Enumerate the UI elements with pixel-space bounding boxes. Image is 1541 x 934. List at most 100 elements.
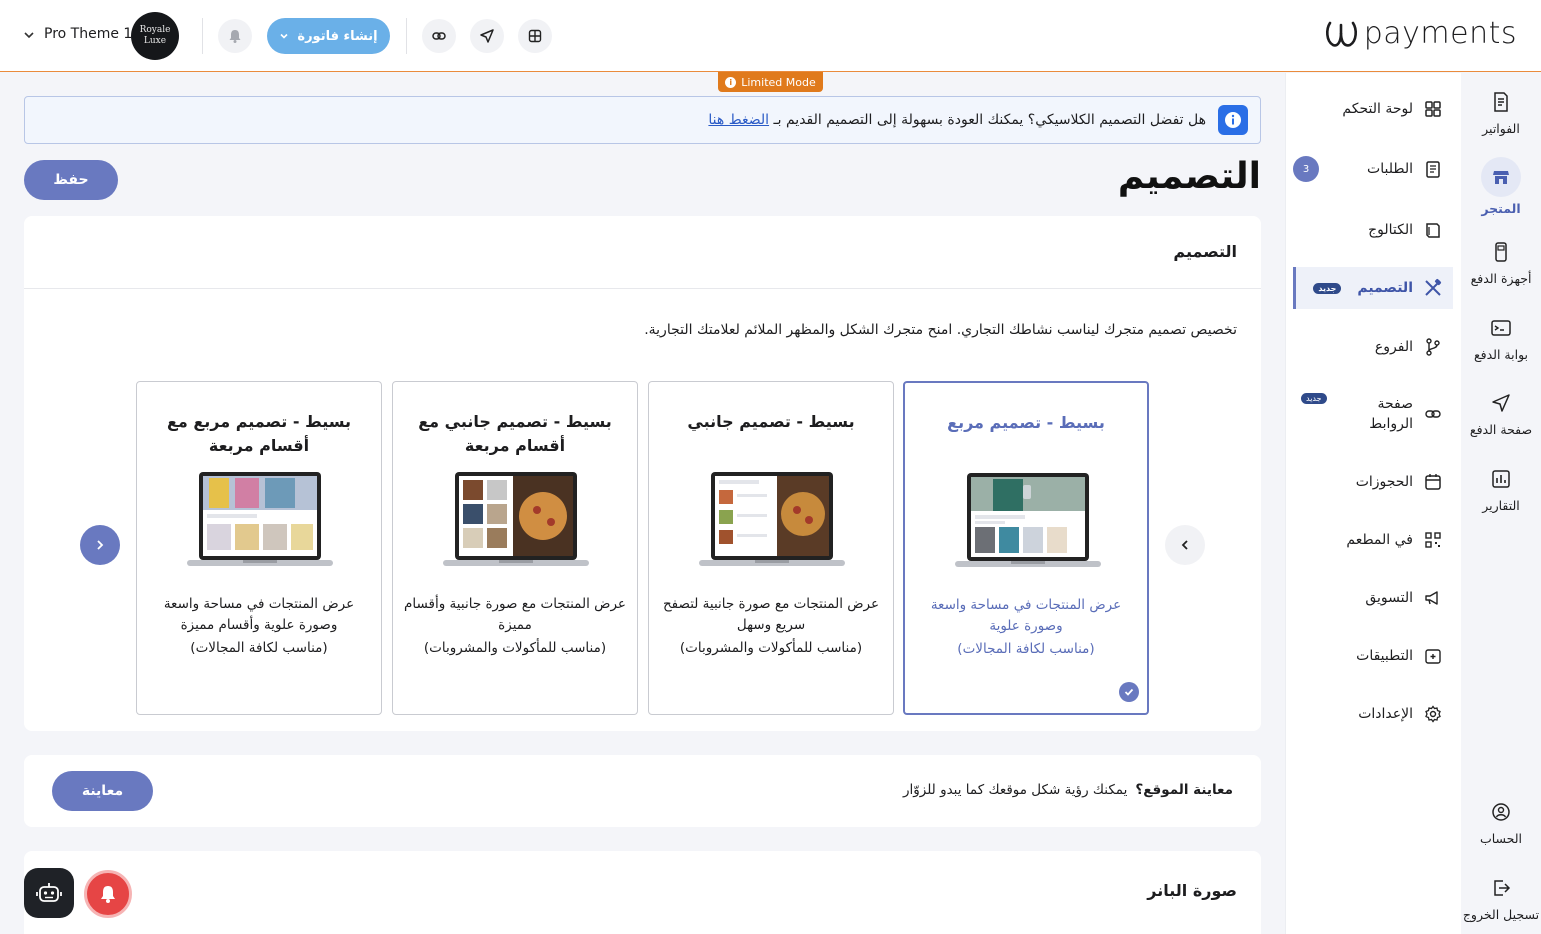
design-card: التصميم تخصيص تصميم متجرك ليناسب نشاطك ا… <box>24 216 1261 731</box>
menu-label: التسويق <box>1365 590 1413 606</box>
chatbot-button[interactable] <box>24 868 74 918</box>
new-badge: جديد <box>1301 393 1327 404</box>
create-invoice-label: إنشاء فاتورة <box>297 28 378 44</box>
menu-item-bookings[interactable]: الحجوزات <box>1293 461 1453 503</box>
theme-note: (مناسب للمأكولات والمشروبات) <box>423 640 607 656</box>
design-card-title: التصميم <box>1173 242 1237 261</box>
classic-design-link[interactable]: الضغط هنا <box>708 112 769 128</box>
dashboard-icon <box>1425 101 1441 117</box>
clipboard-icon <box>1426 161 1440 178</box>
theme-description: عرض المنتجات في مساحة واسعة وصورة علوية … <box>147 594 371 659</box>
brand-logo[interactable]: payments <box>1324 16 1517 51</box>
theme-note: (مناسب للمأكولات والمشروبات) <box>679 640 863 656</box>
link-icon <box>432 32 446 40</box>
preview-label: معاينة الموقع؟ <box>1135 782 1233 798</box>
create-invoice-button[interactable]: إنشاء فاتورة <box>267 18 390 54</box>
rail-item-store[interactable]: المتجر <box>1461 157 1541 216</box>
rail-label: بوابة الدفع <box>1473 347 1529 362</box>
carousel-next-button[interactable] <box>80 525 120 565</box>
rail-label: أجهزة الدفع <box>1470 271 1532 286</box>
menu-item-catalog[interactable]: الكتالوج <box>1293 209 1453 251</box>
theme-card-simple-side[interactable]: بسيط - تصميم جانبي عرض المنتجات مع صورة … <box>648 381 894 715</box>
page-title: التصميم <box>1117 156 1261 197</box>
menu-item-apps[interactable]: التطبيقات <box>1293 635 1453 677</box>
link-icon <box>1425 410 1441 418</box>
rail-item-gateway[interactable]: بوابة الدفع <box>1461 317 1541 362</box>
notice-text: هل تفضل التصميم الكلاسيكي؟ يمكنك العودة … <box>773 112 1206 128</box>
theme-card-square-square-sections[interactable]: بسيط - تصميم مربع مع أقسام مربعة عرض الم… <box>136 381 382 715</box>
rail-label: المتجر <box>1481 201 1521 216</box>
chevron-right-icon <box>97 540 104 550</box>
theme-desc-text: عرض المنتجات مع صورة جانبية وأقسام مميزة <box>404 596 626 633</box>
save-button[interactable]: حفظ <box>24 160 118 200</box>
brand-name: payments <box>1363 16 1517 51</box>
chevron-left-icon <box>1181 540 1188 550</box>
rail-label: صفحة الدفع <box>1469 422 1533 437</box>
gateway-icon <box>1491 320 1511 336</box>
rail-item-account[interactable]: الحساب <box>1461 801 1541 846</box>
theme-card-side-square-sections[interactable]: بسيط - تصميم جانبي مع أقسام مربعة عرض ال… <box>392 381 638 715</box>
divider <box>202 18 203 54</box>
store-icon <box>1493 171 1509 184</box>
theme-description: عرض المنتجات مع صورة جانبية لتصفح سريع و… <box>659 594 883 659</box>
menu-label: في المطعم <box>1346 532 1413 548</box>
gear-icon <box>1425 705 1441 723</box>
rail-item-payment-page[interactable]: صفحة الدفع <box>1461 392 1541 437</box>
store-selector[interactable]: Pro Theme 1 <box>44 26 132 42</box>
chevron-down-icon <box>280 33 288 39</box>
logout-icon <box>1494 880 1511 896</box>
laptop-preview-image <box>187 472 333 566</box>
apps-button[interactable] <box>518 19 552 53</box>
send-icon <box>480 29 494 43</box>
carousel-prev-button[interactable] <box>1165 525 1205 565</box>
menu-item-in-restaurant[interactable]: في المطعم <box>1293 519 1453 561</box>
megaphone-icon <box>1425 591 1438 605</box>
push-notification-button[interactable] <box>84 870 132 918</box>
theme-description: عرض المنتجات مع صورة جانبية وأقسام مميزة… <box>403 594 627 659</box>
chevron-down-icon[interactable] <box>22 28 36 42</box>
theme-note: (مناسب لكافة المجالات) <box>190 640 328 656</box>
pos-device-icon <box>1495 242 1507 262</box>
menu-item-orders[interactable]: الطلبات 3 <box>1293 148 1453 190</box>
notifications-button[interactable] <box>218 19 252 53</box>
rail-item-logout[interactable]: تسجيل الخروج <box>1461 877 1541 922</box>
menu-item-links-page[interactable]: صفحة الروابط جديد <box>1293 393 1453 435</box>
avatar-text: Royale Luxe <box>139 25 171 46</box>
menu-label: الإعدادات <box>1358 706 1413 722</box>
design-tools-icon <box>1425 278 1442 296</box>
theme-desc-text: عرض المنتجات في مساحة واسعة وصورة علوية <box>930 597 1122 634</box>
selected-check-icon <box>1119 682 1139 702</box>
link-button[interactable] <box>422 19 456 53</box>
send-button[interactable] <box>470 19 504 53</box>
rail-item-pos-devices[interactable]: أجهزة الدفع <box>1461 241 1541 286</box>
rail-label: التقارير <box>1482 498 1520 513</box>
rail-item-invoices[interactable]: الفواتير <box>1461 91 1541 136</box>
branches-icon <box>1426 338 1440 356</box>
orders-count-badge: 3 <box>1293 156 1319 182</box>
menu-label: الكتالوج <box>1368 222 1413 238</box>
menu-item-settings[interactable]: الإعدادات <box>1293 693 1453 735</box>
menu-label: الحجوزات <box>1355 474 1413 490</box>
divider <box>406 18 407 54</box>
info-icon <box>1218 105 1248 135</box>
banner-card-title: صورة البانر <box>1147 881 1237 900</box>
menu-label: الطلبات <box>1367 161 1413 177</box>
menu-item-dashboard[interactable]: لوحة التحكم <box>1293 88 1453 130</box>
theme-note: (مناسب لكافة المجالات) <box>957 641 1095 657</box>
store-avatar[interactable]: Royale Luxe <box>131 12 179 60</box>
calendar-icon <box>1425 474 1441 490</box>
menu-item-marketing[interactable]: التسويق <box>1293 577 1453 619</box>
qr-code-icon <box>1425 532 1441 548</box>
menu-item-branches[interactable]: الفروع <box>1293 326 1453 368</box>
notice-text-wrap: هل تفضل التصميم الكلاسيكي؟ يمكنك العودة … <box>708 112 1206 128</box>
send-icon <box>1492 394 1510 412</box>
theme-card-simple-square[interactable]: بسيط - تصميم مربع عرض المنتجات في مساحة … <box>903 381 1149 715</box>
theme-desc-text: عرض المنتجات في مساحة واسعة وصورة علوية … <box>163 596 355 633</box>
classic-design-notice: هل تفضل التصميم الكلاسيكي؟ يمكنك العودة … <box>24 96 1261 144</box>
rail-item-reports[interactable]: التقارير <box>1461 468 1541 513</box>
menu-item-design[interactable]: التصميم جديد <box>1293 267 1453 309</box>
laptop-preview-image <box>443 472 589 566</box>
preview-button[interactable]: معاينة <box>52 771 153 811</box>
preview-hint: يمكنك رؤية شكل موقعك كما يبدو للزوّار <box>902 782 1128 798</box>
laptop-preview-image <box>699 472 845 566</box>
